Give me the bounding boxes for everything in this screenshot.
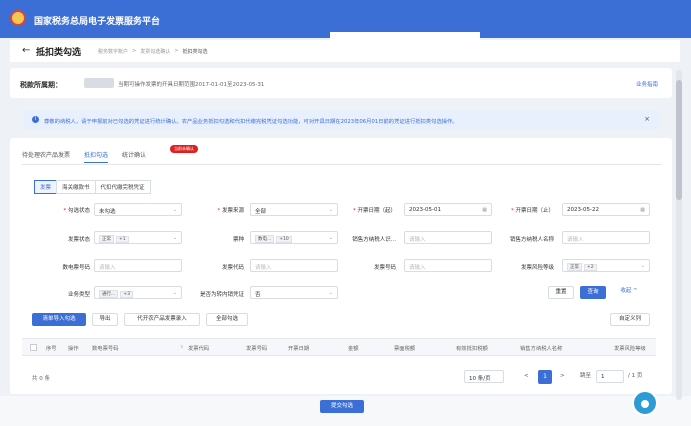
tab-agri-pending[interactable]: 待处理农产品发票 — [22, 150, 70, 163]
invoice-source-dropdown[interactable]: 全部 ⌄ — [250, 203, 338, 216]
seller-taxid-input[interactable]: 请输入 — [404, 231, 492, 244]
next-page-button[interactable]: > — [560, 370, 565, 383]
goto-page-input[interactable]: 1 — [596, 370, 624, 383]
col-action: 操作 — [68, 346, 79, 352]
close-icon[interactable]: × — [644, 115, 650, 123]
business-type-select[interactable]: 通行... +3 ⌄ — [94, 286, 182, 299]
tab-deduction-select[interactable]: 抵扣勾选 — [84, 150, 109, 163]
col-invoice-code: 发票代码 — [188, 346, 210, 352]
col-amount: 金额 — [348, 346, 359, 352]
tab-bar: 待处理农产品发票 抵扣勾选 统计确认 — [22, 150, 146, 163]
prev-page-button[interactable]: < — [524, 370, 529, 383]
reset-button[interactable]: 重置 — [548, 286, 574, 299]
notice-text: 尊敬的纳税人，请于申报前对已勾选的凭证进行统计确认。农产品业务抵扣勾选和代扣代缴… — [44, 119, 458, 125]
custom-columns-button[interactable]: 自定义列 — [610, 313, 650, 326]
export-button[interactable]: 导出 — [92, 313, 118, 326]
tab-divider — [22, 164, 662, 165]
col-invoice-number: 发票号码 — [246, 346, 268, 352]
invoice-type-label: 票种 — [232, 237, 244, 243]
invoice-number-label: 发票号码 — [373, 265, 396, 271]
tab-statistics-confirm[interactable]: 统计确认 — [122, 150, 146, 163]
subtab-invoice[interactable]: 发票 — [34, 180, 58, 194]
voucher-type-tabs: 发票 海关缴款书 代扣代缴完税凭证 — [34, 180, 151, 194]
calendar-icon: ▦ — [482, 207, 487, 213]
query-button[interactable]: 查询 — [580, 286, 606, 299]
risk-level-select[interactable]: 正常 +2 ⌄ — [562, 259, 650, 272]
col-issue-date: 开票日期 — [288, 346, 310, 352]
back-arrow-icon[interactable]: ← — [22, 45, 30, 56]
chevron-down-icon: ⌄ — [172, 207, 177, 213]
invoice-code-label: 发票代码 — [221, 265, 244, 271]
goto-label: 跳至 — [580, 373, 592, 379]
breadcrumb-item[interactable]: 税务数字账户 — [98, 48, 128, 55]
invoice-code-input[interactable]: 请输入 — [250, 259, 338, 272]
tax-emblem-icon — [10, 10, 26, 26]
period-card: 税款所属期： 当期可操作发票的开具日期范围2017-01-01至2023-05-… — [10, 68, 672, 98]
page-size-select[interactable]: 10 条/页 — [464, 370, 504, 383]
col-sort-icon[interactable]: ⇅ — [178, 344, 183, 350]
date-start-label: * 开票日期（起） — [352, 208, 396, 214]
domestic-sale-label: 是否为转内销凭证 — [199, 292, 244, 298]
period-note: 当期可操作发票的开具日期范围2017-01-01至2023-05-31 — [118, 82, 265, 88]
seller-name-label: 销售方纳税人名称 — [509, 237, 554, 243]
list-import-button[interactable]: 清单导入勾选 — [32, 313, 86, 326]
chevron-down-icon: ⌄ — [328, 235, 333, 241]
calendar-icon: ▦ — [640, 207, 645, 213]
select-status-dropdown[interactable]: 未勾选 ⌄ — [94, 203, 182, 216]
business-type-label: 业务类型 — [67, 292, 90, 298]
app-title: 国家税务总局电子发票服务平台 — [34, 17, 161, 27]
chevron-down-icon: ⌄ — [328, 207, 333, 213]
chevron-down-icon: ⌄ — [172, 290, 177, 296]
breadcrumb-current: 抵扣类勾选 — [182, 49, 208, 55]
subtab-withholding[interactable]: 代扣代缴完税凭证 — [94, 180, 151, 194]
submit-selection-button[interactable]: 提交勾选 — [320, 400, 364, 413]
breadcrumb-item[interactable]: 发票勾选确认 — [140, 48, 170, 55]
e-invoice-number-input[interactable]: 请输入 — [94, 259, 182, 272]
col-deductible-tax: 有效抵扣税额 — [456, 346, 488, 352]
seller-taxid-label: 销售方纳税人识... — [352, 237, 396, 243]
col-seller-name: 销售方纳税人名称 — [520, 346, 563, 352]
subtab-customs[interactable]: 海关缴款书 — [56, 180, 96, 194]
period-label: 税款所属期： — [20, 81, 62, 89]
info-icon: i — [32, 116, 39, 123]
col-e-invoice-number: 数电票号码 — [92, 346, 119, 352]
current-page[interactable]: 1 — [538, 370, 552, 384]
invoice-number-input[interactable]: 请输入 — [404, 259, 492, 272]
page-title: 抵扣类勾选 — [36, 48, 82, 58]
col-index: 序号 — [46, 346, 57, 352]
select-status-label: * 勾选状态 — [63, 208, 90, 214]
invoice-source-label: * 发票来源 — [217, 208, 244, 214]
status-badge: 当前未确认 — [170, 145, 198, 153]
select-all-button[interactable]: 全部勾选 — [206, 313, 248, 326]
invoice-type-select[interactable]: 数电... +10 ⌄ — [250, 231, 338, 244]
domestic-sale-dropdown[interactable]: 否 ⌄ — [250, 286, 338, 299]
chevron-down-icon: ⌄ — [640, 263, 645, 269]
total-pages: / 1 页 — [628, 373, 643, 379]
breadcrumb: 税务数字账户 > 发票勾选确认 > 抵扣类勾选 — [98, 48, 208, 55]
period-value-masked — [84, 78, 114, 88]
assistant-avatar-icon[interactable] — [632, 390, 658, 416]
total-count: 共 0 条 — [32, 376, 50, 382]
col-risk-level: 发票风险等级 — [614, 346, 646, 352]
notice-banner: i 尊敬的纳税人，请于申报前对已勾选的凭证进行统计确认。农产品业务抵扣勾选和代扣… — [24, 110, 660, 130]
risk-level-label: 发票风险等级 — [520, 265, 554, 271]
scrollbar-thumb[interactable] — [676, 80, 682, 200]
invoice-status-label: 发票状态 — [67, 237, 90, 243]
date-start-picker[interactable]: 2023-05-01 ▦ — [404, 203, 492, 216]
e-invoice-number-label: 数电票号码 — [62, 265, 90, 271]
chevron-down-icon: ⌄ — [328, 290, 333, 296]
col-tax: 票面税额 — [394, 346, 416, 352]
date-end-label: * 开票日期（止） — [510, 208, 554, 214]
agri-invoice-entry-button[interactable]: 代开农产品发票录入 — [124, 313, 200, 326]
guide-link[interactable]: 业务指南 — [636, 80, 658, 88]
select-all-checkbox[interactable] — [30, 344, 37, 351]
table-header: 序号 操作 数电票号码 ⇅ 发票代码 发票号码 开票日期 金额 票面税额 有效抵… — [22, 338, 656, 356]
invoice-status-select[interactable]: 正常 +1 ⌄ — [94, 231, 182, 244]
date-end-picker[interactable]: 2023-05-22 ▦ — [562, 203, 650, 216]
page-header: ← 抵扣类勾选 税务数字账户 > 发票勾选确认 > 抵扣类勾选 — [10, 40, 680, 62]
collapse-button[interactable]: 收起 ^ — [612, 286, 646, 299]
seller-name-input[interactable]: 请输入 — [562, 231, 650, 244]
chevron-down-icon: ⌄ — [172, 235, 177, 241]
